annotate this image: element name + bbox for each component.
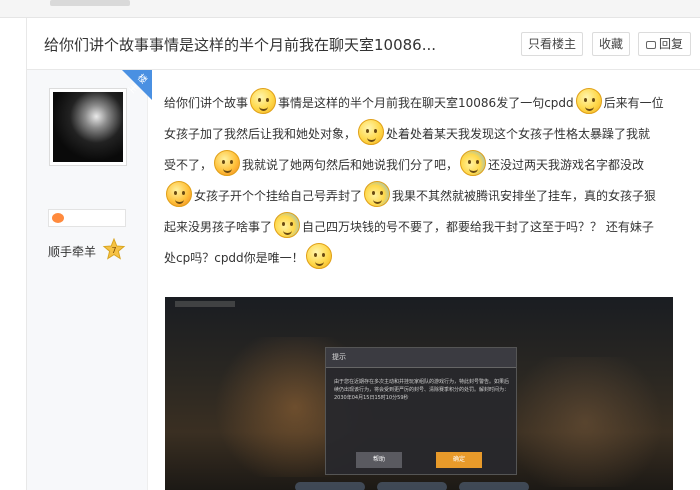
post-text: 事情是这样的半个月前我在聊天室10086发了一句cpdd	[278, 96, 574, 110]
only-author-button[interactable]: 只看楼主	[521, 32, 583, 56]
game-background	[495, 357, 673, 487]
post-text: 处着处着某天我发现这个女孩子性格太暴躁了我就	[386, 127, 651, 141]
favorite-button[interactable]: 收藏	[592, 32, 630, 56]
emoji-icon	[214, 150, 241, 176]
post-text: 处cp吗？cpdd你是唯一！	[164, 251, 304, 265]
dialog-help-button: 帮助	[356, 452, 402, 468]
emoji-icon	[274, 212, 301, 238]
post-text: 自己四万块钱的号不要了，都要给我干封了这至于吗？？ 还有妹子	[302, 220, 654, 234]
post-line-2: 女孩子加了我然后让我和她处对象， 处着处着某天我发现这个女孩子性格太暴躁了我就	[164, 119, 650, 150]
level-number: 7	[111, 246, 116, 255]
level-icon: 7	[102, 238, 126, 260]
reply-icon	[645, 41, 656, 49]
emoji-icon	[575, 88, 602, 114]
post-text: 起来没男孩子啥事了	[164, 220, 273, 234]
post-text: 我就说了她两句然后和她说我们分了吧，	[242, 158, 459, 172]
post-text: 给你们讲个故事	[164, 96, 249, 110]
avatar-image	[53, 92, 123, 162]
emoji-icon	[460, 150, 487, 176]
post-screenshot-image[interactable]: 提示 由于您在近期存在多次主动和并挂玩家组队的游戏行为，特此封号警告。如果后续仍…	[165, 297, 673, 490]
thread-titlebar: 给你们讲个故事事情是这样的半个月前我在聊天室10086... 只看楼主 收藏 回…	[26, 18, 700, 70]
member-badge[interactable]	[48, 209, 126, 227]
post-line-6: 处cp吗？cpdd你是唯一！	[164, 243, 334, 274]
post-text: 女孩子加了我然后让我和她处对象，	[164, 127, 357, 141]
game-bottom-icons	[295, 477, 555, 490]
ban-dialog: 提示 由于您在近期存在多次主动和并挂玩家组队的游戏行为，特此封号警告。如果后续仍…	[325, 347, 517, 475]
thread-title: 给你们讲个故事事情是这样的半个月前我在聊天室10086...	[44, 36, 437, 54]
avatar[interactable]	[49, 88, 127, 166]
reply-button-label: 回复	[658, 37, 683, 51]
emoji-icon	[305, 243, 332, 269]
badge-icon	[52, 213, 64, 223]
ban-dialog-title: 提示	[332, 353, 346, 361]
top-strip	[0, 0, 700, 18]
author-sidebar: 楼主 顺手牵羊 7	[26, 70, 152, 490]
post-line-1: 给你们讲个故事 事情是这样的半个月前我在聊天室10086发了一句cpdd 后来有一位	[164, 88, 664, 119]
emoji-icon	[250, 88, 277, 114]
post-text: 女孩子开个个挂给自己号弄封了	[194, 189, 363, 203]
post-line-3: 受不了， 我就说了她两句然后和她说我们分了吧， 还没过两天我游戏名字都没改	[164, 150, 644, 181]
ban-dialog-body: 由于您在近期存在多次主动和并挂玩家组队的游戏行为，特此封号警告。如果后续仍出现该…	[334, 379, 510, 401]
game-topbar	[175, 301, 235, 307]
post-text: 我果不其然就被腾讯安排坐了挂车，真的女孩子狠	[392, 189, 657, 203]
emoji-icon	[358, 119, 385, 145]
post-line-4: 女孩子开个个挂给自己号弄封了 我果不其然就被腾讯安排坐了挂车，真的女孩子狠	[164, 181, 656, 212]
post-text: 还没过两天我游戏名字都没改	[488, 158, 645, 172]
post-text: 后来有一位	[603, 96, 664, 110]
ban-dialog-header: 提示	[326, 348, 516, 368]
reply-button[interactable]: 回复	[638, 32, 691, 56]
dialog-ok-button: 确定	[436, 452, 482, 468]
emoji-icon	[166, 181, 192, 207]
emoji-icon	[364, 181, 391, 207]
author-name[interactable]: 顺手牵羊	[48, 243, 96, 260]
post-line-5: 起来没男孩子啥事了 自己四万块钱的号不要了，都要给我干封了这至于吗？？ 还有妹子	[164, 212, 654, 243]
post-text: 受不了，	[164, 158, 213, 172]
top-strip-fragment	[50, 0, 130, 6]
